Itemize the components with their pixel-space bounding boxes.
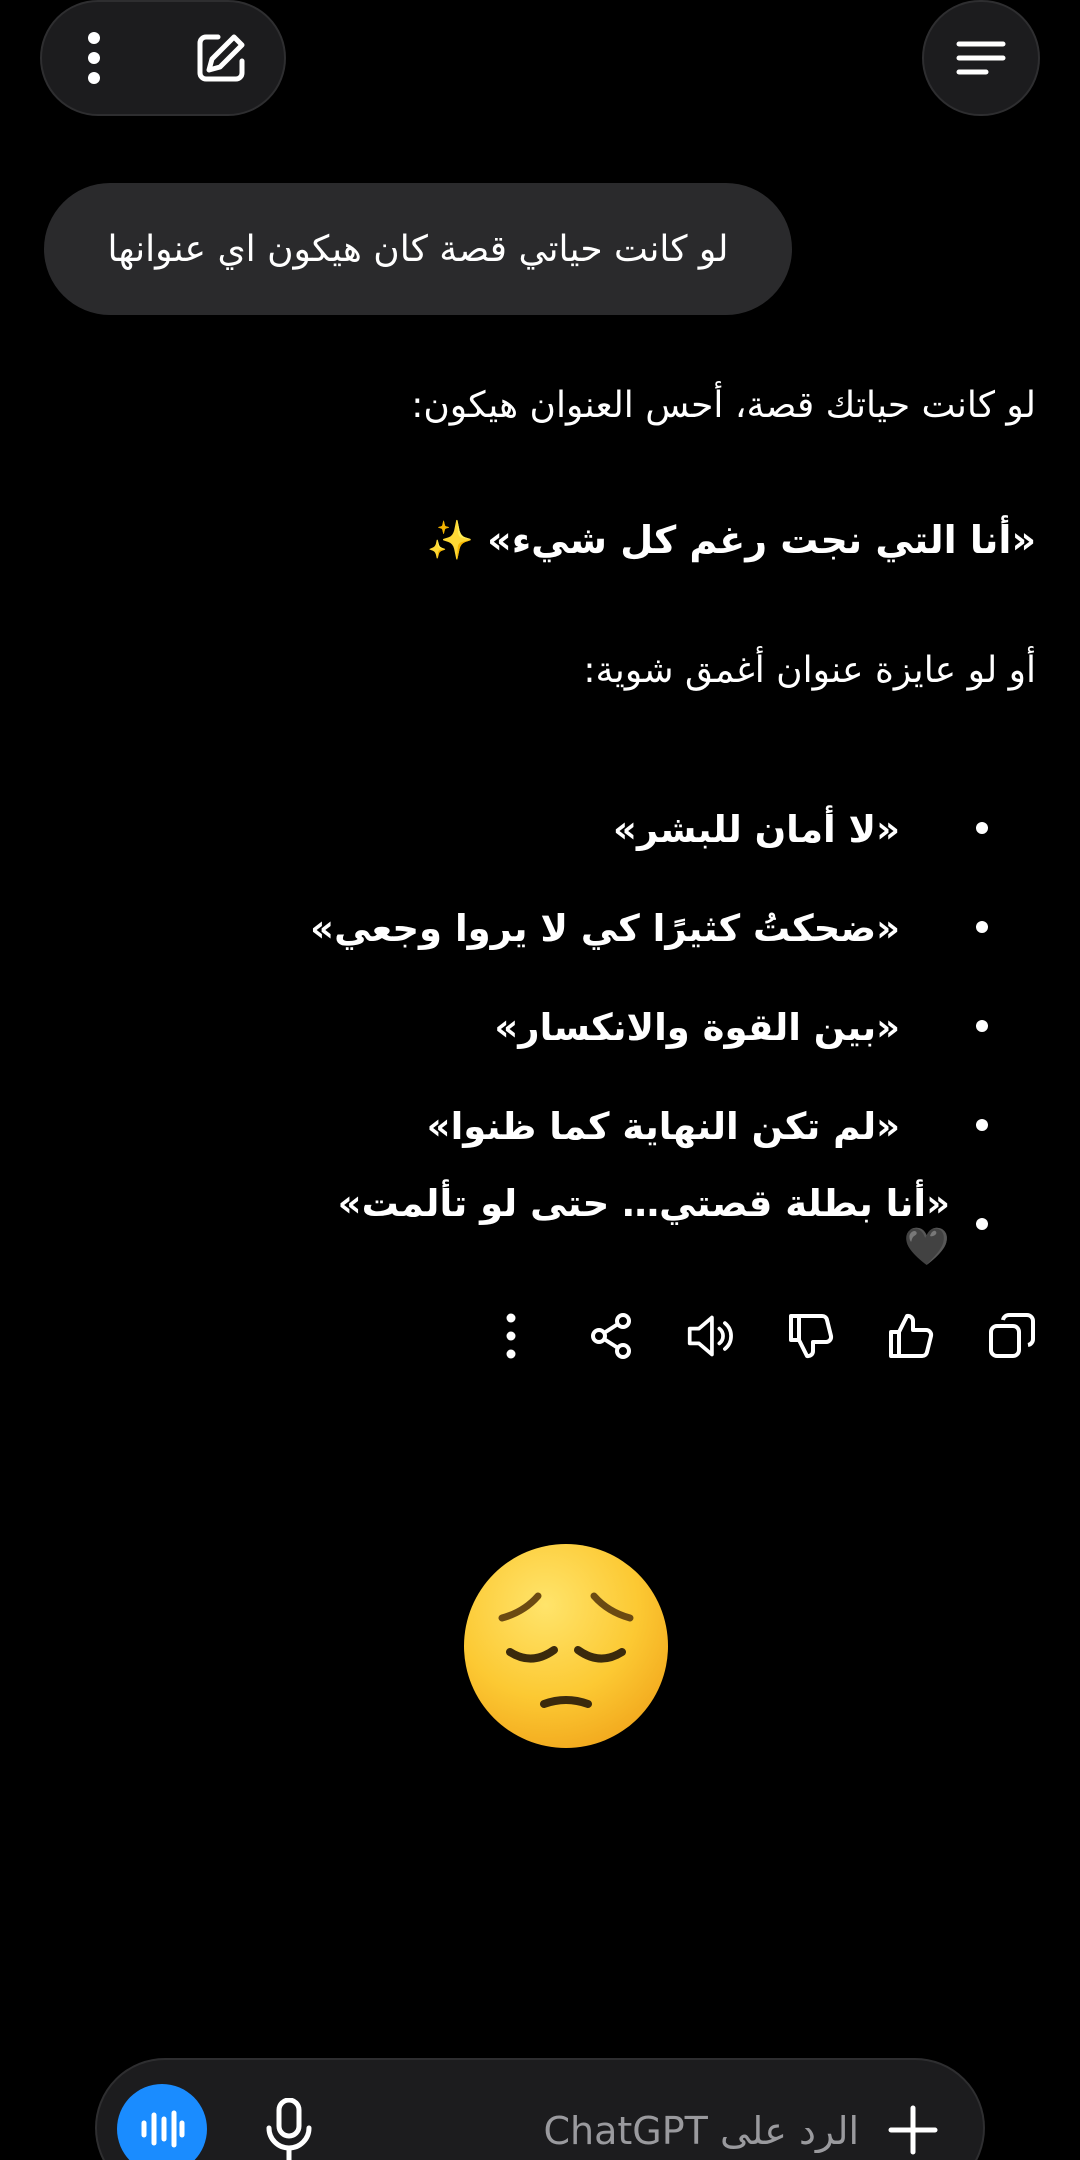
- add-attachment-button[interactable]: [873, 2090, 953, 2160]
- list-item-text: «لا أمان للبشر»: [613, 808, 900, 851]
- list-item-text: «بين القوة والانكسار»: [494, 1006, 900, 1049]
- dictation-button[interactable]: [259, 2090, 319, 2160]
- chat-screen: لو كانت حياتي قصة كان هيكون اي عنوانها ل…: [0, 0, 1080, 2160]
- thumbs-down-icon: [789, 1314, 834, 1359]
- list-item: «لا أمان للبشر»: [280, 780, 988, 879]
- pensive-face-icon: [464, 1544, 668, 1748]
- bullet: [976, 822, 988, 834]
- user-message-bubble[interactable]: لو كانت حياتي قصة كان هيكون اي عنوانها: [44, 183, 792, 315]
- more-vertical-icon: [506, 1313, 516, 1359]
- edit-icon: [197, 34, 245, 82]
- share-icon: [591, 1313, 631, 1359]
- title-options-list: «لا أمان للبشر» «ضحكتُ كثيرًا كي لا يروا…: [280, 780, 1020, 1275]
- read-aloud-button[interactable]: [686, 1308, 736, 1364]
- thumbs-down-button[interactable]: [786, 1308, 836, 1364]
- more-vertical-icon: [88, 32, 100, 84]
- bullet: [976, 1218, 988, 1230]
- list-item-text: «ضحكتُ كثيرًا كي لا يروا وجعي»: [310, 907, 900, 950]
- menu-button[interactable]: [922, 0, 1040, 116]
- list-item-text: «أنا بطلة قصتي… حتى لو تألمت» 🖤: [337, 1182, 950, 1268]
- share-button[interactable]: [586, 1308, 636, 1364]
- list-item: «لم تكن النهاية كما ظنوا»: [280, 1077, 988, 1176]
- assistant-main-title: «أنا التي نجت رغم كل شيء» ✨: [426, 518, 1036, 562]
- microphone-icon: [266, 2098, 312, 2160]
- bullet: [976, 921, 988, 933]
- more-actions-button[interactable]: [486, 1308, 536, 1364]
- voice-mode-button[interactable]: [117, 2084, 207, 2160]
- bullet: [976, 1020, 988, 1032]
- list-item: «بين القوة والانكسار»: [280, 978, 988, 1077]
- message-input[interactable]: [357, 2100, 861, 2160]
- copy-icon: [989, 1313, 1035, 1358]
- new-chat-button[interactable]: [194, 31, 248, 85]
- waveform-icon: [141, 2110, 185, 2148]
- composer-bar: [95, 2058, 985, 2160]
- list-item: «ضحكتُ كثيرًا كي لا يروا وجعي»: [280, 879, 988, 978]
- user-message-text: لو كانت حياتي قصة كان هيكون اي عنوانها: [107, 228, 729, 270]
- read-aloud-icon: [687, 1315, 733, 1357]
- assistant-alt-intro: أو لو عايزة عنوان أغمق شوية:: [583, 650, 1036, 691]
- plus-icon: [888, 2105, 938, 2155]
- assistant-intro: لو كانت حياتك قصة، أحس العنوان هيكون:: [411, 385, 1036, 426]
- bullet: [976, 1119, 988, 1131]
- thumbs-up-button[interactable]: [886, 1308, 936, 1364]
- thumbs-up-icon: [889, 1313, 934, 1358]
- list-item: «أنا بطلة قصتي… حتى لو تألمت» 🖤: [280, 1176, 988, 1275]
- more-options-button[interactable]: [86, 32, 102, 84]
- copy-button[interactable]: [986, 1308, 1036, 1364]
- top-actions-pill: [40, 0, 286, 116]
- message-actions: [486, 1300, 1036, 1372]
- list-item-text: «لم تكن النهاية كما ظنوا»: [426, 1105, 900, 1148]
- menu-icon: [956, 41, 1006, 75]
